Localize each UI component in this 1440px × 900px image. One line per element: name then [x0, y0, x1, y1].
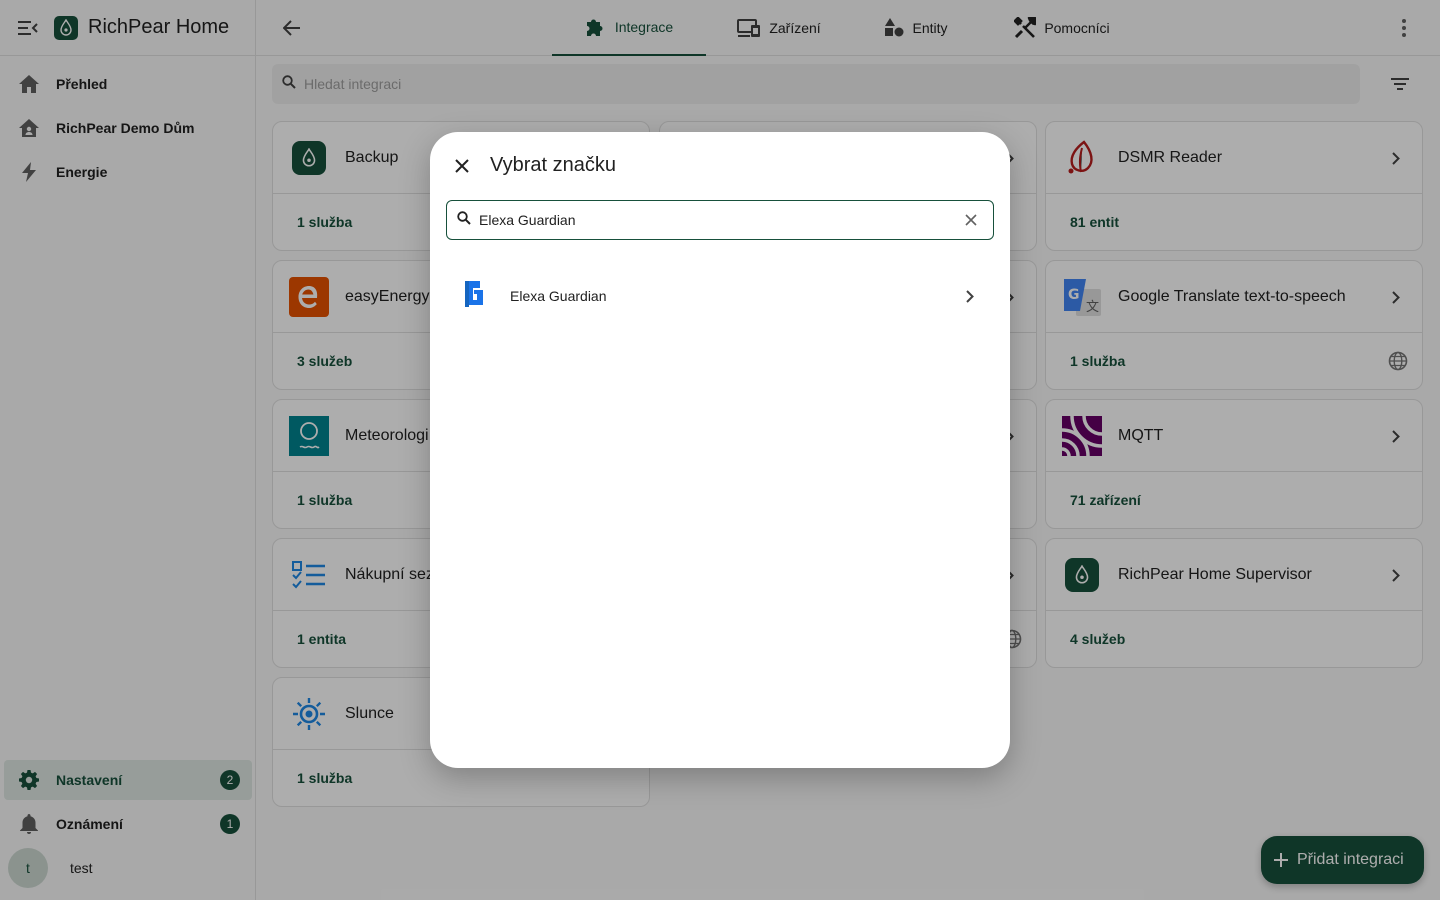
dialog-title: Vybrat značku	[490, 154, 616, 176]
clear-icon[interactable]	[961, 210, 981, 230]
close-icon[interactable]	[450, 154, 474, 178]
chevron-right-icon	[958, 284, 982, 308]
search-value: Elexa Guardian	[479, 212, 576, 228]
brand-search-input[interactable]: Elexa Guardian	[446, 200, 994, 240]
select-brand-dialog: Vybrat značku Elexa Guardian Elexa Guard…	[430, 132, 1010, 768]
result-label: Elexa Guardian	[510, 288, 607, 304]
elexa-guardian-logo-icon	[462, 278, 486, 315]
search-icon	[457, 210, 471, 230]
brand-result-item[interactable]: Elexa Guardian	[430, 268, 1010, 324]
